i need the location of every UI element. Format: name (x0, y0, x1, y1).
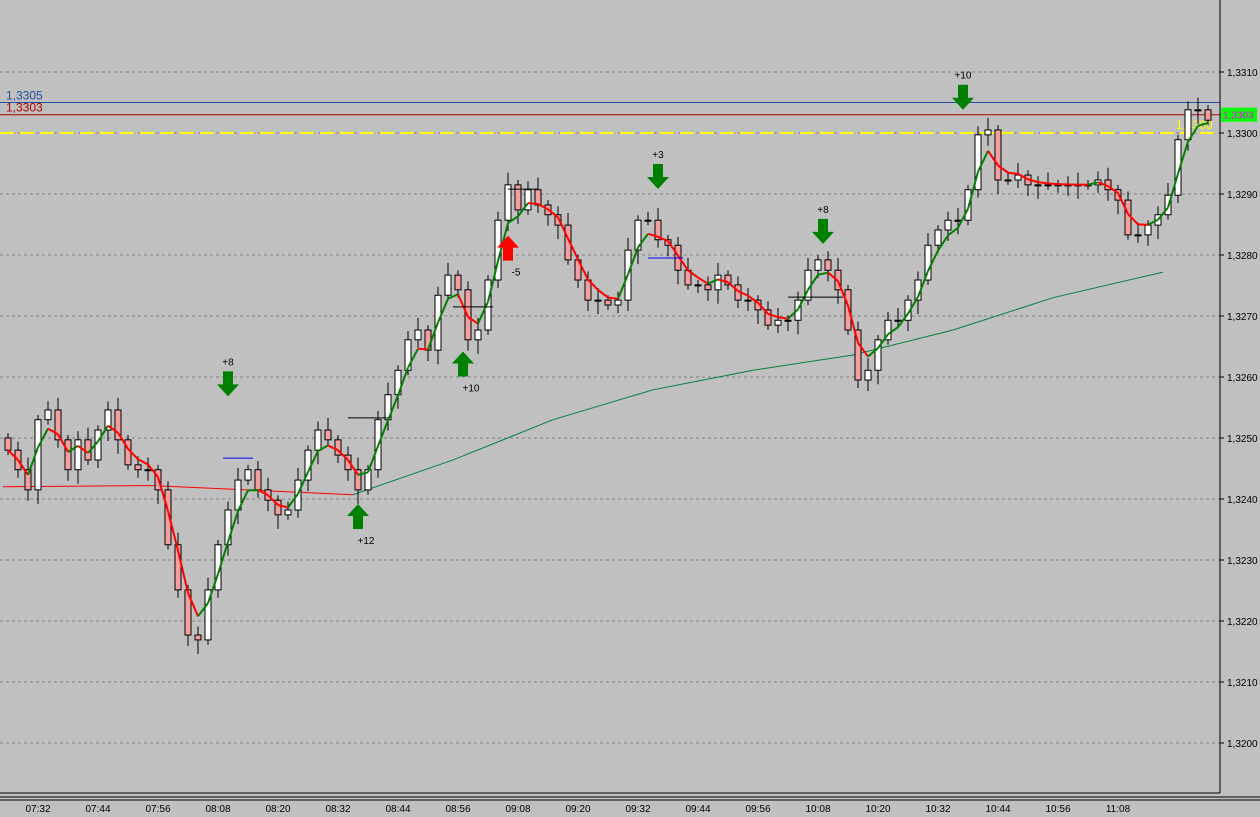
candle-body (194, 634, 202, 641)
signal-label: +12 (358, 536, 375, 547)
candle-body (784, 319, 792, 322)
y-tick-label: 1,3290 (1227, 190, 1258, 201)
y-tick-label: 1,3200 (1227, 739, 1258, 750)
candle-body (604, 299, 612, 306)
x-tick-label: 09:08 (505, 804, 530, 815)
signal-label: -5 (512, 268, 521, 279)
x-tick-label: 08:20 (265, 804, 290, 815)
candle-body (814, 259, 822, 271)
candle-body (994, 129, 1002, 181)
candle-body (44, 409, 52, 421)
candle-body (774, 319, 782, 326)
y-tick-label: 1,3310 (1227, 68, 1258, 79)
candle-body (594, 299, 602, 302)
y-tick-label: 1,3300 (1227, 129, 1258, 140)
candle-body (714, 274, 722, 291)
x-tick-label: 08:32 (325, 804, 350, 815)
fast-ma-segment (1007, 171, 1019, 175)
y-tick-label: 1,3220 (1227, 617, 1258, 628)
candle-body (4, 437, 12, 451)
signal-label: +3 (652, 150, 664, 161)
candle-body (704, 284, 712, 291)
candle-body (74, 439, 82, 471)
candle-body (504, 184, 512, 221)
price-chart: 1,33051,33031,3300 +8+12+10-5+3+8+10 1,3… (0, 0, 1260, 817)
x-tick-label: 10:44 (985, 804, 1010, 815)
x-tick-label: 10:20 (865, 804, 890, 815)
x-tick-label: 10:56 (1045, 804, 1070, 815)
x-tick-label: 11:08 (1106, 804, 1131, 815)
x-tick-label: 09:32 (625, 804, 650, 815)
candle-body (694, 284, 702, 287)
x-tick-label: 09:56 (745, 804, 770, 815)
signal-label: +8 (817, 205, 829, 216)
fast-ma-segment (1047, 182, 1059, 186)
candle-body (444, 274, 452, 296)
candle-body (134, 464, 142, 471)
candle-body (414, 329, 422, 341)
candle-body (1034, 184, 1042, 187)
candle-body (514, 184, 522, 211)
candle-body (144, 469, 152, 472)
y-tick-label: 1,3280 (1227, 251, 1258, 262)
signal-label: +10 (463, 384, 480, 395)
current-price-label: 1,3303 (1223, 111, 1254, 122)
y-tick-label: 1,3270 (1227, 312, 1258, 323)
candle-body (614, 299, 622, 306)
candle-body (824, 259, 832, 271)
candle-body (934, 229, 942, 246)
candle-body (894, 319, 902, 322)
candle-body (314, 429, 322, 451)
candle-body (1144, 224, 1152, 236)
candle-body (1004, 179, 1012, 182)
x-tick-label: 08:08 (205, 804, 230, 815)
candle-body (1184, 109, 1192, 141)
candle-body (944, 219, 952, 231)
candle-body (954, 219, 962, 222)
candle-body (244, 469, 252, 481)
y-tick-label: 1,3230 (1227, 556, 1258, 567)
level-label-1: 1,3303 (6, 101, 43, 115)
candle-body (1204, 109, 1212, 121)
candle-body (1194, 109, 1202, 112)
x-tick-label: 08:44 (385, 804, 410, 815)
candle-body (864, 369, 872, 381)
chart-background (0, 0, 1260, 817)
fast-ma-segment (527, 202, 539, 206)
candle-body (744, 299, 752, 302)
x-tick-label: 10:08 (805, 804, 830, 815)
x-tick-label: 09:20 (565, 804, 590, 815)
fast-ma-segment (1037, 181, 1049, 185)
signal-label: +10 (955, 71, 972, 82)
x-tick-label: 09:44 (685, 804, 710, 815)
y-tick-label: 1,3260 (1227, 373, 1258, 384)
candle-body (324, 429, 332, 441)
y-tick-label: 1,3240 (1227, 495, 1258, 506)
fast-ma-segment (607, 296, 619, 300)
signal-label: +8 (222, 357, 234, 368)
x-tick-label: 10:32 (925, 804, 950, 815)
candle-body (474, 329, 482, 341)
candle-body (64, 439, 72, 471)
x-tick-label: 07:44 (85, 804, 110, 815)
x-tick-label: 07:32 (25, 804, 50, 815)
y-tick-label: 1,3210 (1227, 678, 1258, 689)
candle-body (534, 189, 542, 206)
candle-body (284, 509, 292, 516)
x-tick-label: 07:56 (145, 804, 170, 815)
candle-body (984, 129, 992, 136)
x-tick-label: 08:56 (445, 804, 470, 815)
candle-body (454, 274, 462, 291)
candle-body (644, 219, 652, 222)
candle-body (254, 469, 262, 491)
y-tick-label: 1,3250 (1227, 434, 1258, 445)
candle-body (1134, 234, 1142, 237)
candle-body (1044, 184, 1052, 187)
fast-ma-segment (417, 347, 429, 351)
